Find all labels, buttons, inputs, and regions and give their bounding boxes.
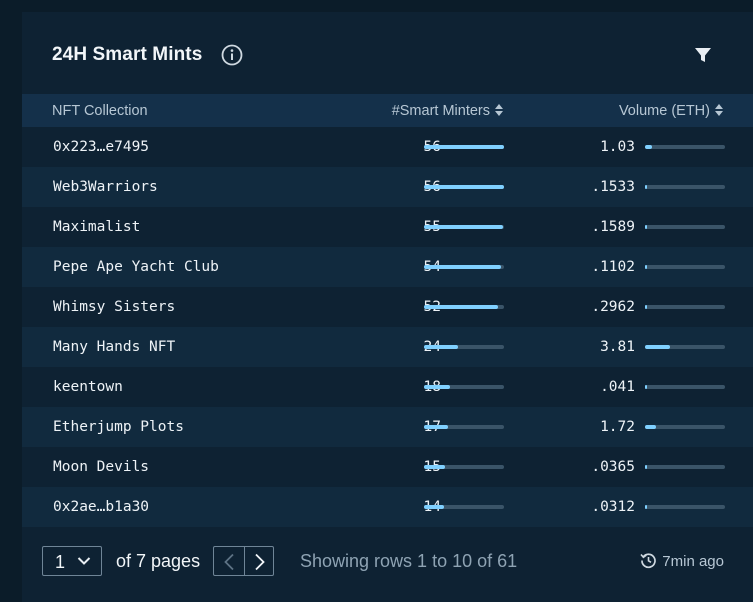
volume-bar-fill <box>645 385 647 389</box>
chevron-left-icon <box>224 553 234 571</box>
smart-minters-bar <box>424 265 504 269</box>
chevron-down-icon <box>77 557 91 565</box>
volume-value: .1589 <box>591 219 635 235</box>
smart-minters-bar <box>424 185 504 189</box>
table-footer: 1 of 7 pages Showing rows 1 to 10 of 61 <box>22 527 753 602</box>
smart-minters-bar-fill <box>424 225 503 229</box>
table-row[interactable]: keentown18.041 <box>22 367 753 407</box>
volume-bar <box>645 225 725 229</box>
table-row[interactable]: Pepe Ape Yacht Club54.1102 <box>22 247 753 287</box>
table-row[interactable]: Maximalist55.1589 <box>22 207 753 247</box>
volume-bar-fill <box>645 225 647 229</box>
smart-minters-bar <box>424 345 504 349</box>
smart-minters-bar-fill <box>424 425 449 429</box>
collection-name[interactable]: 0x2ae…b1a30 <box>53 499 149 515</box>
volume-bar-fill <box>645 185 647 189</box>
column-header-volume[interactable]: Volume (ETH) <box>619 103 724 119</box>
collection-name[interactable]: Web3Warriors <box>53 179 158 195</box>
refresh-clock-icon <box>640 553 657 569</box>
volume-bar-fill <box>645 145 652 149</box>
collection-name[interactable]: Pepe Ape Yacht Club <box>53 259 219 275</box>
volume-bar <box>645 465 725 469</box>
smart-mints-panel: 24H Smart Mints NFT Collection #Smart Mi… <box>22 12 753 602</box>
smart-minters-bar-fill <box>424 305 499 309</box>
smart-minters-bar-fill <box>424 465 446 469</box>
volume-bar-fill <box>645 345 671 349</box>
column-header-smart-minters[interactable]: #Smart Minters <box>392 103 504 119</box>
smart-minters-bar <box>424 225 504 229</box>
volume-bar-fill <box>645 465 647 469</box>
next-page-button[interactable] <box>244 547 275 575</box>
volume-value: 3.81 <box>600 339 635 355</box>
volume-bar <box>645 385 725 389</box>
info-icon[interactable] <box>221 44 243 66</box>
volume-bar <box>645 425 725 429</box>
smart-minters-bar <box>424 505 504 509</box>
smart-minters-bar <box>424 465 504 469</box>
collection-name[interactable]: Whimsy Sisters <box>53 299 175 315</box>
previous-page-button[interactable] <box>214 547 244 575</box>
table-row[interactable]: 0x223…e7495561.03 <box>22 127 753 167</box>
smart-minters-bar <box>424 385 504 389</box>
pager <box>213 546 274 576</box>
smart-minters-bar-fill <box>424 345 459 349</box>
table-row[interactable]: Web3Warriors56.1533 <box>22 167 753 207</box>
volume-bar <box>645 345 725 349</box>
volume-bar <box>645 145 725 149</box>
sort-icon <box>495 104 503 116</box>
table-header: NFT Collection #Smart Minters Volume (ET… <box>22 94 753 127</box>
collection-name[interactable]: Many Hands NFT <box>53 339 175 355</box>
collection-name[interactable]: 0x223…e7495 <box>53 139 149 155</box>
smart-minters-bar <box>424 425 504 429</box>
column-header-collection: NFT Collection <box>52 103 148 119</box>
table-row[interactable]: 0x2ae…b1a3014.0312 <box>22 487 753 527</box>
smart-minters-bar <box>424 305 504 309</box>
page-select-value: 1 <box>55 552 66 572</box>
volume-bar-fill <box>645 305 647 309</box>
volume-bar <box>645 265 725 269</box>
volume-bar <box>645 185 725 189</box>
volume-value: .1533 <box>591 179 635 195</box>
table-body: 0x223…e7495561.03Web3Warriors56.1533Maxi… <box>22 127 753 527</box>
volume-value: 1.03 <box>600 139 635 155</box>
page-select[interactable]: 1 <box>42 546 102 576</box>
smart-minters-bar-fill <box>424 385 450 389</box>
volume-value: .0312 <box>591 499 635 515</box>
volume-value: .1102 <box>591 259 635 275</box>
collection-name[interactable]: Moon Devils <box>53 459 149 475</box>
last-updated[interactable]: 7min ago <box>640 552 724 570</box>
smart-minters-bar-fill <box>424 185 504 189</box>
volume-value: .041 <box>600 379 635 395</box>
volume-bar-fill <box>645 425 657 429</box>
volume-value: .0365 <box>591 459 635 475</box>
rows-summary: Showing rows 1 to 10 of 61 <box>300 551 518 571</box>
smart-minters-bar <box>424 145 504 149</box>
volume-value: 1.72 <box>600 419 635 435</box>
page-count: of 7 pages <box>116 551 201 571</box>
smart-minters-bar-fill <box>424 265 502 269</box>
panel-title: 24H Smart Mints <box>52 44 203 65</box>
volume-bar-fill <box>645 265 647 269</box>
filter-icon[interactable] <box>694 46 712 64</box>
table-row[interactable]: Moon Devils15.0365 <box>22 447 753 487</box>
collection-name[interactable]: keentown <box>53 379 123 395</box>
volume-bar <box>645 505 725 509</box>
smart-minters-bar-fill <box>424 145 504 149</box>
volume-bar-fill <box>645 505 647 509</box>
table-row[interactable]: Many Hands NFT243.81 <box>22 327 753 367</box>
smart-minters-bar-fill <box>424 505 444 509</box>
table-row[interactable]: Etherjump Plots171.72 <box>22 407 753 447</box>
volume-bar <box>645 305 725 309</box>
collection-name[interactable]: Etherjump Plots <box>53 419 184 435</box>
collection-name[interactable]: Maximalist <box>53 219 140 235</box>
volume-value: .2962 <box>591 299 635 315</box>
sort-icon <box>715 104 723 116</box>
chevron-right-icon <box>255 553 265 571</box>
panel-header: 24H Smart Mints <box>22 12 753 94</box>
table-row[interactable]: Whimsy Sisters52.2962 <box>22 287 753 327</box>
